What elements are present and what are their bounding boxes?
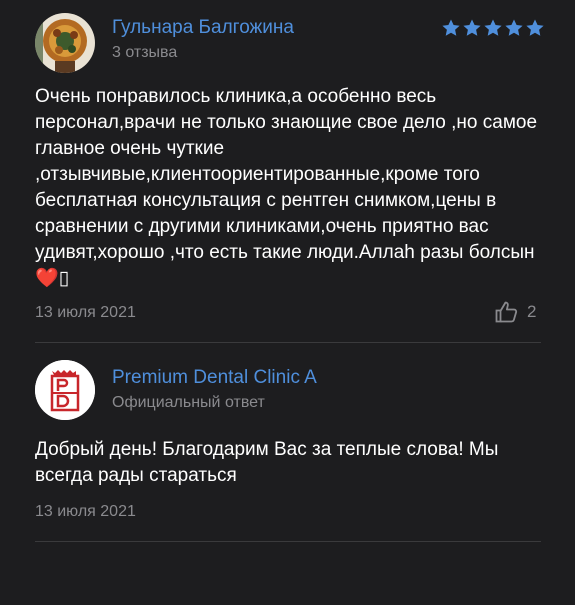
unknown-glyph: ▯: [58, 268, 70, 289]
star-icon: [442, 19, 460, 36]
heart-emoji: ❤️: [35, 268, 59, 289]
org-avatar[interactable]: [35, 360, 95, 420]
reply-date: 13 июля 2021: [35, 503, 136, 520]
official-reply-label: Официальный ответ: [112, 394, 265, 411]
org-name[interactable]: Premium Dental Clinic A: [112, 367, 317, 389]
divider: [35, 541, 541, 542]
author-avatar[interactable]: [35, 13, 95, 73]
clinic-logo-icon: [35, 360, 95, 420]
thumbs-up-icon: [495, 301, 518, 323]
review-date: 13 июля 2021: [35, 304, 136, 321]
rating-stars: [441, 18, 545, 38]
divider: [35, 342, 541, 343]
author-avatar-image: [35, 13, 95, 73]
review-body: Очень понравилось клиника,а особенно вес…: [35, 86, 538, 263]
review-text: Очень понравилось клиника,а особенно вес…: [35, 84, 545, 292]
like-button[interactable]: 2: [495, 301, 536, 323]
star-icon: [526, 19, 544, 36]
author-name[interactable]: Гульнара Балгожина: [112, 17, 294, 39]
author-review-count: 3 отзыва: [112, 44, 178, 61]
star-icon: [484, 19, 502, 36]
like-count: 2: [527, 302, 537, 321]
reply-text: Добрый день! Благодарим Вас за теплые сл…: [35, 439, 499, 486]
star-icon: [463, 19, 481, 36]
star-icon: [505, 19, 523, 36]
